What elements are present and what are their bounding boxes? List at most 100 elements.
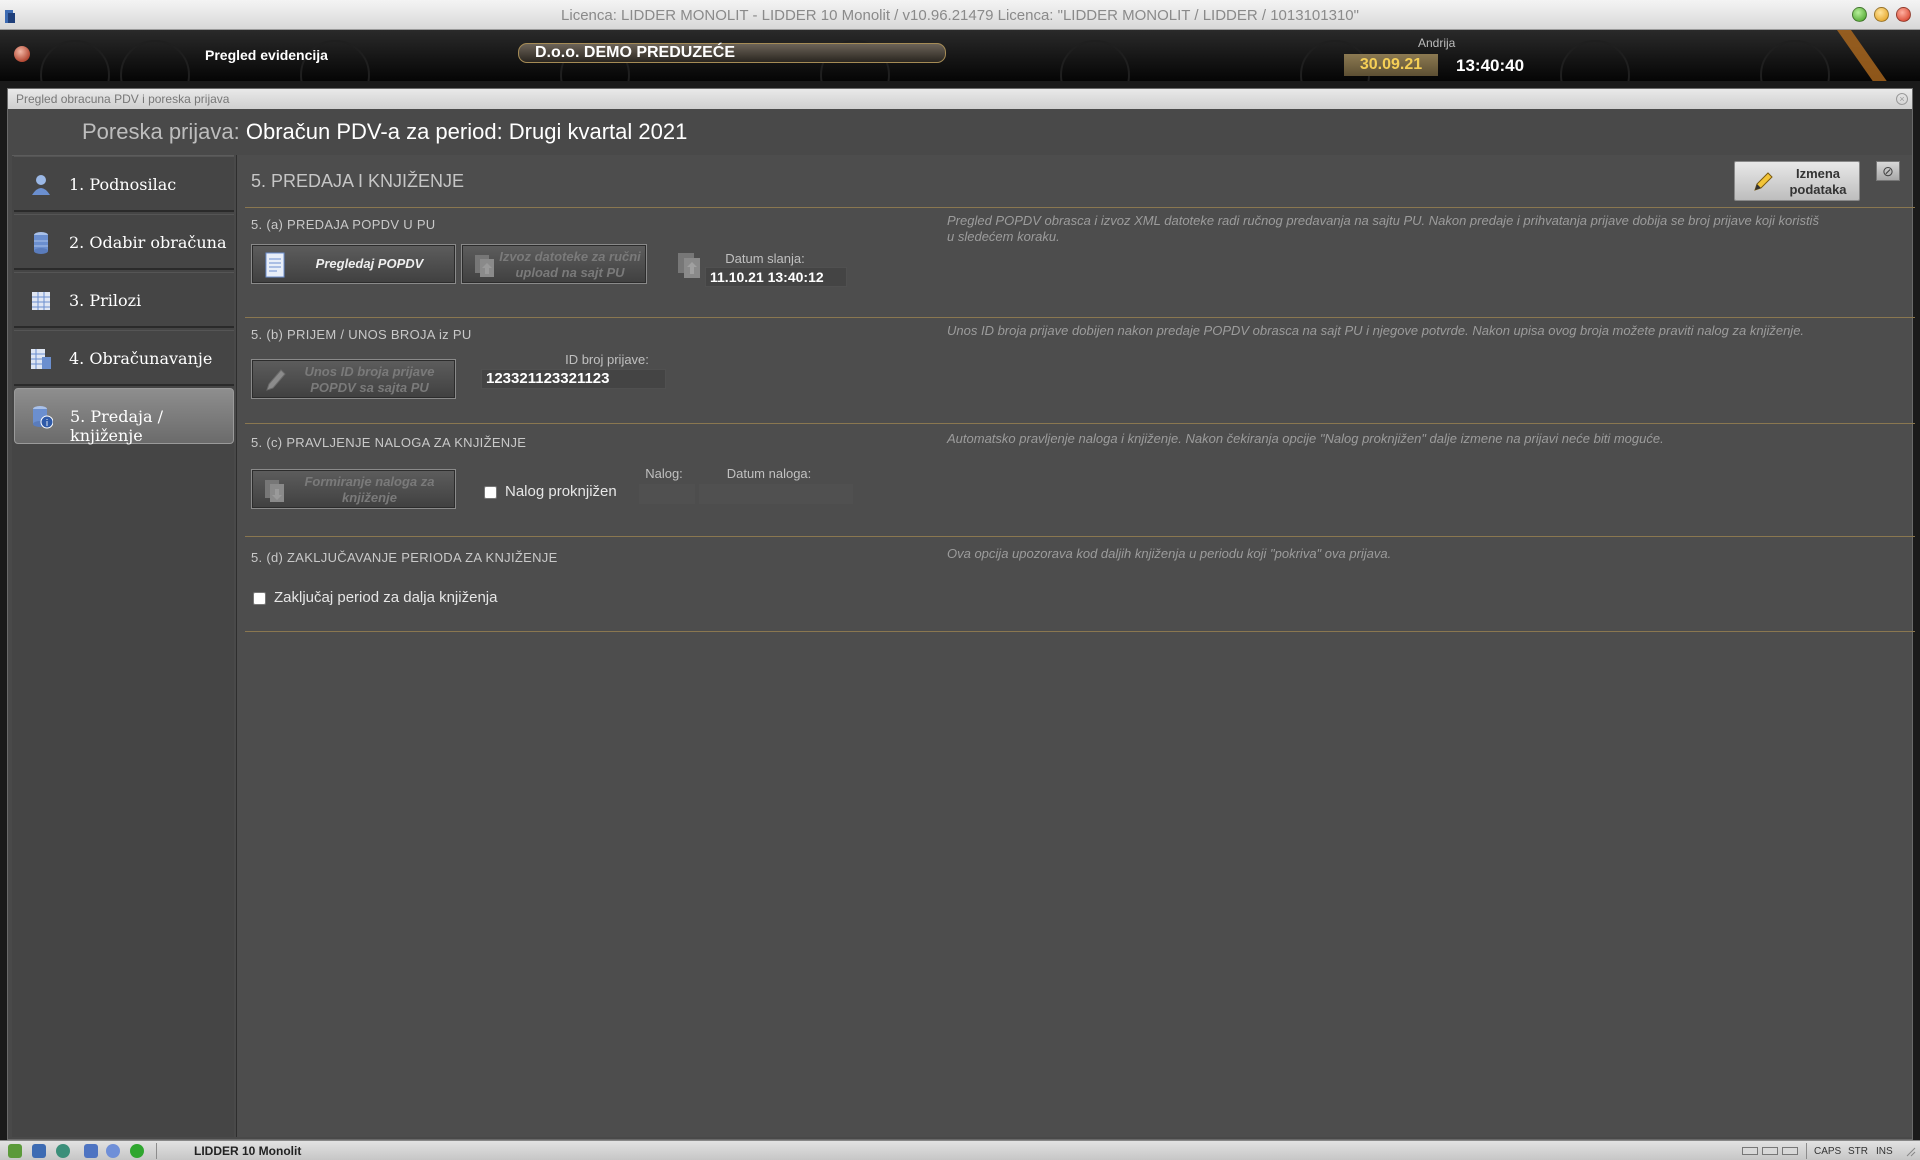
section-a-note: Pregled POPDV obrasca i izvoz XML datote… <box>947 213 1819 244</box>
divider <box>245 207 1915 208</box>
svg-text:i: i <box>46 419 49 429</box>
window-title: Licenca: LIDDER MONOLIT - LIDDER 10 Mono… <box>561 7 1359 24</box>
header-decoration <box>120 40 190 81</box>
lock-period-checkbox[interactable] <box>253 592 266 605</box>
send-date-field: 11.10.21 13:40:12 <box>705 267 847 287</box>
section-d-note: Ova opcija upozorava kod daljih knjiženj… <box>947 546 1392 561</box>
main-window-caption-text: Pregled obracuna PDV i poreska prijava <box>16 92 230 106</box>
sidebar-item-label: 3. Prilozi <box>69 291 142 310</box>
company-selector[interactable]: D.o.o. DEMO PREDUZEĆE <box>518 43 946 63</box>
edit-data-button[interactable]: Izmena podataka <box>1734 161 1860 201</box>
section-c-note: Automatsko pravljenje naloga i knjiženje… <box>947 431 1664 446</box>
edit-data-label: Izmena podataka <box>1789 166 1847 197</box>
id-field[interactable]: 123321123321123 <box>481 369 666 389</box>
str-indicator: STR <box>1848 1146 1868 1157</box>
upload-icon <box>678 253 700 278</box>
globe-icon[interactable] <box>56 1144 70 1158</box>
header-decoration <box>40 40 110 81</box>
sidebar-item-prilozi[interactable]: 3. Prilozi <box>14 272 234 328</box>
posted-checkbox[interactable] <box>484 486 497 499</box>
work-date[interactable]: 30.09.21 <box>1344 54 1438 76</box>
export-xml-button[interactable]: Izvoz datoteke za ručni upload na sajt P… <box>461 244 647 284</box>
sidebar-item-label: 5. Predaja / knjiženje <box>70 407 163 445</box>
header-stripe <box>1836 30 1894 81</box>
nalog-date-field[interactable] <box>699 484 853 504</box>
calendar-icon[interactable] <box>32 1144 46 1158</box>
play-icon[interactable] <box>130 1144 144 1158</box>
maximize-button[interactable] <box>1874 7 1889 22</box>
caps-indicator: CAPS <box>1814 1146 1842 1157</box>
sidebar-item-label: 2. Odabir obračuna <box>69 233 227 252</box>
sidebar-item-odabir[interactable]: 2. Odabir obračuna <box>14 214 234 270</box>
sidebar-item-label: 4. Obračunavanje <box>69 349 213 368</box>
status-indicator <box>1782 1147 1798 1155</box>
view-popdv-label: Pregledaj POPDV <box>315 256 424 271</box>
view-popdv-button[interactable]: Pregledaj POPDV <box>251 244 456 284</box>
minimize-button[interactable] <box>1852 7 1867 22</box>
cancel-icon[interactable]: ⊘ <box>1876 161 1900 181</box>
database-icon[interactable] <box>84 1144 98 1158</box>
header-decoration <box>1060 40 1130 81</box>
person-icon <box>32 175 50 195</box>
sidebar-item-podnosilac[interactable]: 1. Podnosilac <box>14 156 234 212</box>
section-b-title: 5. (b) PRIJEM / UNOS BROJA iz PU <box>251 327 472 342</box>
divider <box>245 631 1915 632</box>
pen-icon <box>266 369 286 391</box>
grid-icon <box>32 292 50 310</box>
check-icon[interactable] <box>106 1144 120 1158</box>
section-c-title: 5. (c) PRAVLJENJE NALOGA ZA KNJIŽENJE <box>251 435 527 450</box>
enter-id-label: Unos ID broja prijave POPDV sa sajta PU <box>304 364 435 395</box>
section-heading: 5. PREDAJA I KNJIŽENJE <box>251 171 465 191</box>
create-order-button[interactable]: Formiranje naloga za knjiženje <box>251 469 456 509</box>
send-date-label: Datum slanja: <box>725 251 805 266</box>
header-decoration <box>1760 40 1830 81</box>
divider <box>1806 1143 1807 1159</box>
posted-checkbox-label: Nalog proknjižen <box>505 483 617 500</box>
database-icon <box>34 232 48 254</box>
step-sidebar: 1. Podnosilac 2. Odabir obračuna 3. Pril… <box>12 155 234 1137</box>
nalog-label: Nalog: <box>645 466 683 481</box>
divider <box>245 423 1915 424</box>
id-label: ID broj prijave: <box>565 352 649 367</box>
module-title: Pregled evidencija <box>205 47 328 63</box>
app-header: Pregled evidencija D.o.o. DEMO PREDUZEĆE… <box>0 30 1920 81</box>
window-title-bar: Licenca: LIDDER MONOLIT - LIDDER 10 Mono… <box>0 0 1920 30</box>
user-name: Andrija <box>1418 36 1456 50</box>
page-title: Poreska prijava: Obračun PDV-a za period… <box>82 119 687 145</box>
close-button[interactable] <box>1896 7 1911 22</box>
sidebar-item-label: 1. Podnosilac <box>69 175 177 194</box>
calculator-icon <box>31 349 51 369</box>
status-bar: LIDDER 10 Monolit CAPS STR INS <box>0 1140 1920 1160</box>
export-xml-label: Izvoz datoteke za ručni upload na sajt P… <box>499 249 641 280</box>
export-icon <box>475 255 494 277</box>
clock: 13:40:40 <box>1456 56 1525 75</box>
divider <box>245 536 1915 537</box>
enter-id-button[interactable]: Unos ID broja prijave POPDV sa sajta PU <box>251 359 456 399</box>
close-icon[interactable]: × <box>1896 93 1908 105</box>
menu-orb-button[interactable] <box>14 46 30 62</box>
resize-grip-icon[interactable] <box>1904 1145 1916 1157</box>
sidebar-item-obracunavanje[interactable]: 4. Obračunavanje <box>14 330 234 386</box>
main-window: Pregled obracuna PDV i poreska prijava ×… <box>7 88 1915 1140</box>
nalog-field[interactable] <box>639 484 695 504</box>
database-info-icon: i <box>33 406 53 429</box>
tree-icon[interactable] <box>8 1144 22 1158</box>
status-indicator <box>1762 1147 1778 1155</box>
divider <box>156 1143 157 1159</box>
section-d-title: 5. (d) ZAKLJUČAVANJE PERIODA ZA KNJIŽENJ… <box>251 550 558 565</box>
sidebar-item-predaja[interactable]: i 5. Predaja / knjiženje <box>14 388 234 445</box>
lock-period-label: Zaključaj period za dalja knjiženja <box>274 589 498 606</box>
status-indicator <box>1742 1147 1758 1155</box>
create-order-label: Formiranje naloga za knjiženje <box>304 474 435 505</box>
section-b-note: Unos ID broja prijave dobijen nakon pred… <box>947 323 1805 338</box>
nalog-date-label: Datum naloga: <box>726 466 812 481</box>
divider <box>245 317 1915 318</box>
page-title-value: Obračun PDV-a za period: Drugi kvartal 2… <box>245 119 688 144</box>
document-icon <box>265 252 285 278</box>
content-panel: 5. PREDAJA I KNJIŽENJE Izmena podataka ⊘… <box>236 155 1915 1137</box>
status-app-name: LIDDER 10 Monolit <box>194 1144 302 1158</box>
header-decoration <box>1560 40 1630 81</box>
ins-indicator: INS <box>1876 1146 1893 1157</box>
page-title-label: Poreska prijava: <box>82 119 240 144</box>
pencil-icon <box>1754 172 1773 191</box>
